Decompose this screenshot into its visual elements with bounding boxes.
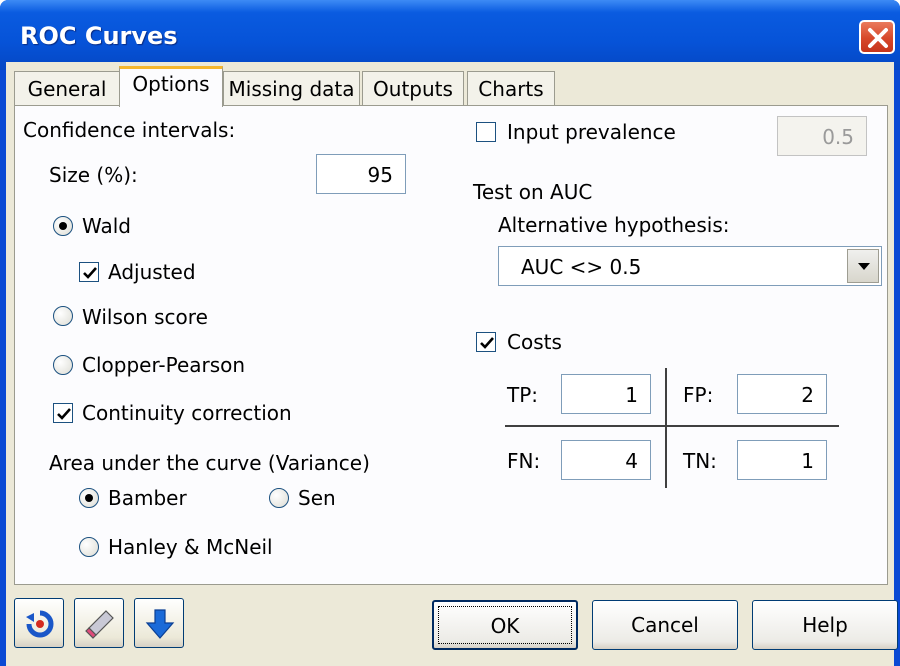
sen-label: Sen [298,486,336,510]
window-title: ROC Curves [20,22,178,50]
eraser-button[interactable] [74,598,124,648]
fp-input[interactable]: 2 [737,374,827,414]
title-bar: ROC Curves [0,0,900,70]
auc-variance-label: Area under the curve (Variance) [49,451,370,475]
hanley-mcneil-label: Hanley & McNeil [108,535,273,559]
down-button[interactable] [134,598,184,648]
close-icon [868,28,888,48]
options-panel: Confidence intervals: Size (%): 95 Wald … [14,105,888,585]
ok-button[interactable]: OK [432,600,578,650]
down-arrow-icon [145,609,175,639]
wald-label: Wald [82,214,132,238]
cost-grid-vertical-divider [665,368,667,488]
tab-general[interactable]: General [14,71,120,106]
bamber-label: Bamber [108,486,187,510]
wilson-score-label: Wilson score [82,305,208,329]
wald-radio[interactable] [53,216,73,236]
reset-icon [26,610,54,638]
tp-label: TP: [507,383,539,407]
continuity-correction-checkbox[interactable] [53,403,73,423]
tn-label: TN: [683,449,717,473]
alternative-hypothesis-label: Alternative hypothesis: [498,213,730,237]
tab-charts[interactable]: Charts [467,71,555,106]
cancel-label: Cancel [631,613,699,637]
hanley-mcneil-radio[interactable] [79,537,99,557]
checkmark-icon [83,267,97,279]
size-input[interactable]: 95 [316,154,406,194]
wilson-score-radio[interactable] [53,306,73,326]
tab-outputs[interactable]: Outputs [362,71,464,106]
tn-input[interactable]: 1 [737,440,827,480]
test-on-auc-label: Test on AUC [473,180,593,204]
dialog-client: General Options Missing data Outputs Cha… [6,62,898,666]
button-bar: OK Cancel Help [6,585,898,666]
cancel-button[interactable]: Cancel [592,600,738,650]
help-label: Help [802,613,848,637]
tab-strip: General Options Missing data Outputs Cha… [6,62,894,107]
input-prevalence-checkbox[interactable] [476,122,496,142]
checkmark-icon [57,408,71,420]
alternative-hypothesis-select[interactable]: AUC <> 0.5 [498,246,882,286]
help-button[interactable]: Help [752,600,898,650]
dropdown-button[interactable] [847,249,879,283]
eraser-icon [85,610,114,639]
clopper-pearson-radio[interactable] [53,355,73,375]
continuity-correction-label: Continuity correction [82,401,292,425]
sen-radio[interactable] [269,488,289,508]
fn-label: FN: [507,449,541,473]
costs-checkbox[interactable] [476,332,496,352]
focus-outline [438,606,572,644]
checkmark-icon [480,337,494,349]
tab-missing-data[interactable]: Missing data [223,71,360,106]
reset-button[interactable] [14,598,64,648]
bamber-radio[interactable] [79,488,99,508]
tp-input[interactable]: 1 [561,374,651,414]
cost-grid-horizontal-divider [505,425,839,427]
tab-options[interactable]: Options [119,66,223,107]
input-prevalence-label: Input prevalence [507,120,676,144]
adjusted-checkbox[interactable] [79,262,99,282]
prevalence-input[interactable]: 0.5 [777,116,867,156]
costs-label: Costs [507,330,562,354]
alternative-hypothesis-value: AUC <> 0.5 [521,255,642,279]
clopper-pearson-label: Clopper-Pearson [82,353,246,377]
dialog-window: ROC Curves General Options Missing data … [0,0,900,666]
size-label: Size (%): [49,163,138,187]
adjusted-label: Adjusted [108,260,196,284]
close-button[interactable] [859,20,895,54]
fn-input[interactable]: 4 [561,440,651,480]
fp-label: FP: [683,383,714,407]
confidence-intervals-label: Confidence intervals: [23,118,236,142]
chevron-down-icon [858,263,870,270]
